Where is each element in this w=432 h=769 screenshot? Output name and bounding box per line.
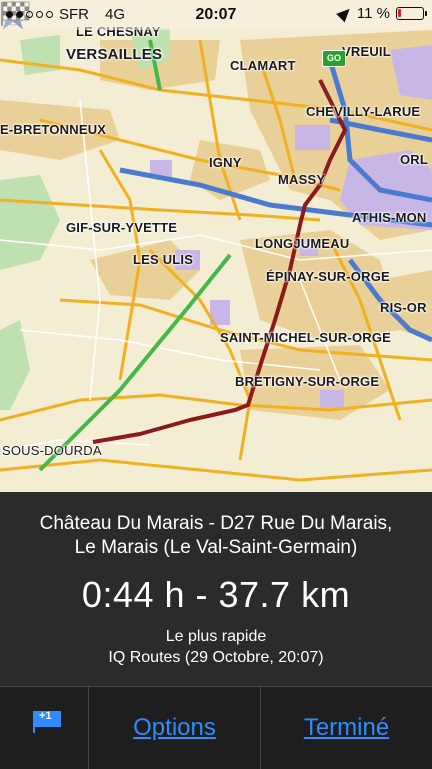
waypoint-count: +1: [39, 710, 52, 722]
town-label: SOUS-DOURDA: [2, 443, 102, 458]
destination-address-line2: Le Marais (Le Val-Saint-Germain): [74, 537, 358, 558]
town-label: VREUIL: [342, 44, 391, 59]
waypoint-button[interactable]: +1: [0, 687, 89, 769]
town-label: SAINT-MICHEL-SUR-ORGE: [220, 330, 392, 345]
route-info-panel: Château Du Marais - D27 Rue Du Marais, L…: [0, 492, 432, 686]
map-canvas: [0, 28, 432, 482]
destination-address-line1: Château Du Marais - D27 Rue Du Marais,: [39, 513, 393, 534]
town-label: CLAMART: [230, 58, 296, 73]
town-label: ÉPINAY-SUR-ORGE: [266, 269, 390, 284]
town-label: BRETIGNY-SUR-ORGE: [235, 374, 380, 389]
options-link[interactable]: Options: [133, 714, 216, 742]
town-label: E-BRETONNEUX: [0, 122, 107, 137]
town-label: LES ULIS: [133, 252, 194, 267]
town-label: MASSY: [278, 172, 326, 187]
map-view[interactable]: LE CHESNAY VERSAILLES CLAMART VREUIL CHE…: [0, 0, 432, 492]
town-label: ATHIS-MON: [352, 210, 427, 225]
done-link[interactable]: Terminé: [304, 714, 389, 742]
route-summary: 0:44 h - 37.7 km: [81, 574, 351, 615]
town-label: GIF-SUR-YVETTE: [66, 220, 178, 235]
done-button[interactable]: Terminé: [261, 687, 432, 769]
battery-percent: 11 %: [356, 5, 390, 22]
town-label: ORL: [400, 152, 429, 167]
status-bar: SFR 4G 20:07 11 %: [0, 0, 432, 30]
location-arrow-icon: [336, 4, 354, 23]
route-source: IQ Routes (29 Octobre, 20:07): [108, 649, 324, 666]
town-label: VERSAILLES: [66, 46, 163, 63]
battery-icon: [396, 7, 427, 20]
town-label: IGNY: [209, 155, 242, 170]
go-sign: GO: [322, 50, 346, 67]
town-label: LONGJUMEAU: [255, 236, 350, 251]
town-label: CHEVILLY-LARUE: [306, 104, 421, 119]
options-button[interactable]: Options: [89, 687, 261, 769]
route-type: Le plus rapide: [165, 628, 267, 645]
bottom-toolbar: +1 Options Terminé: [0, 686, 432, 769]
town-label: RIS-OR: [380, 300, 427, 315]
